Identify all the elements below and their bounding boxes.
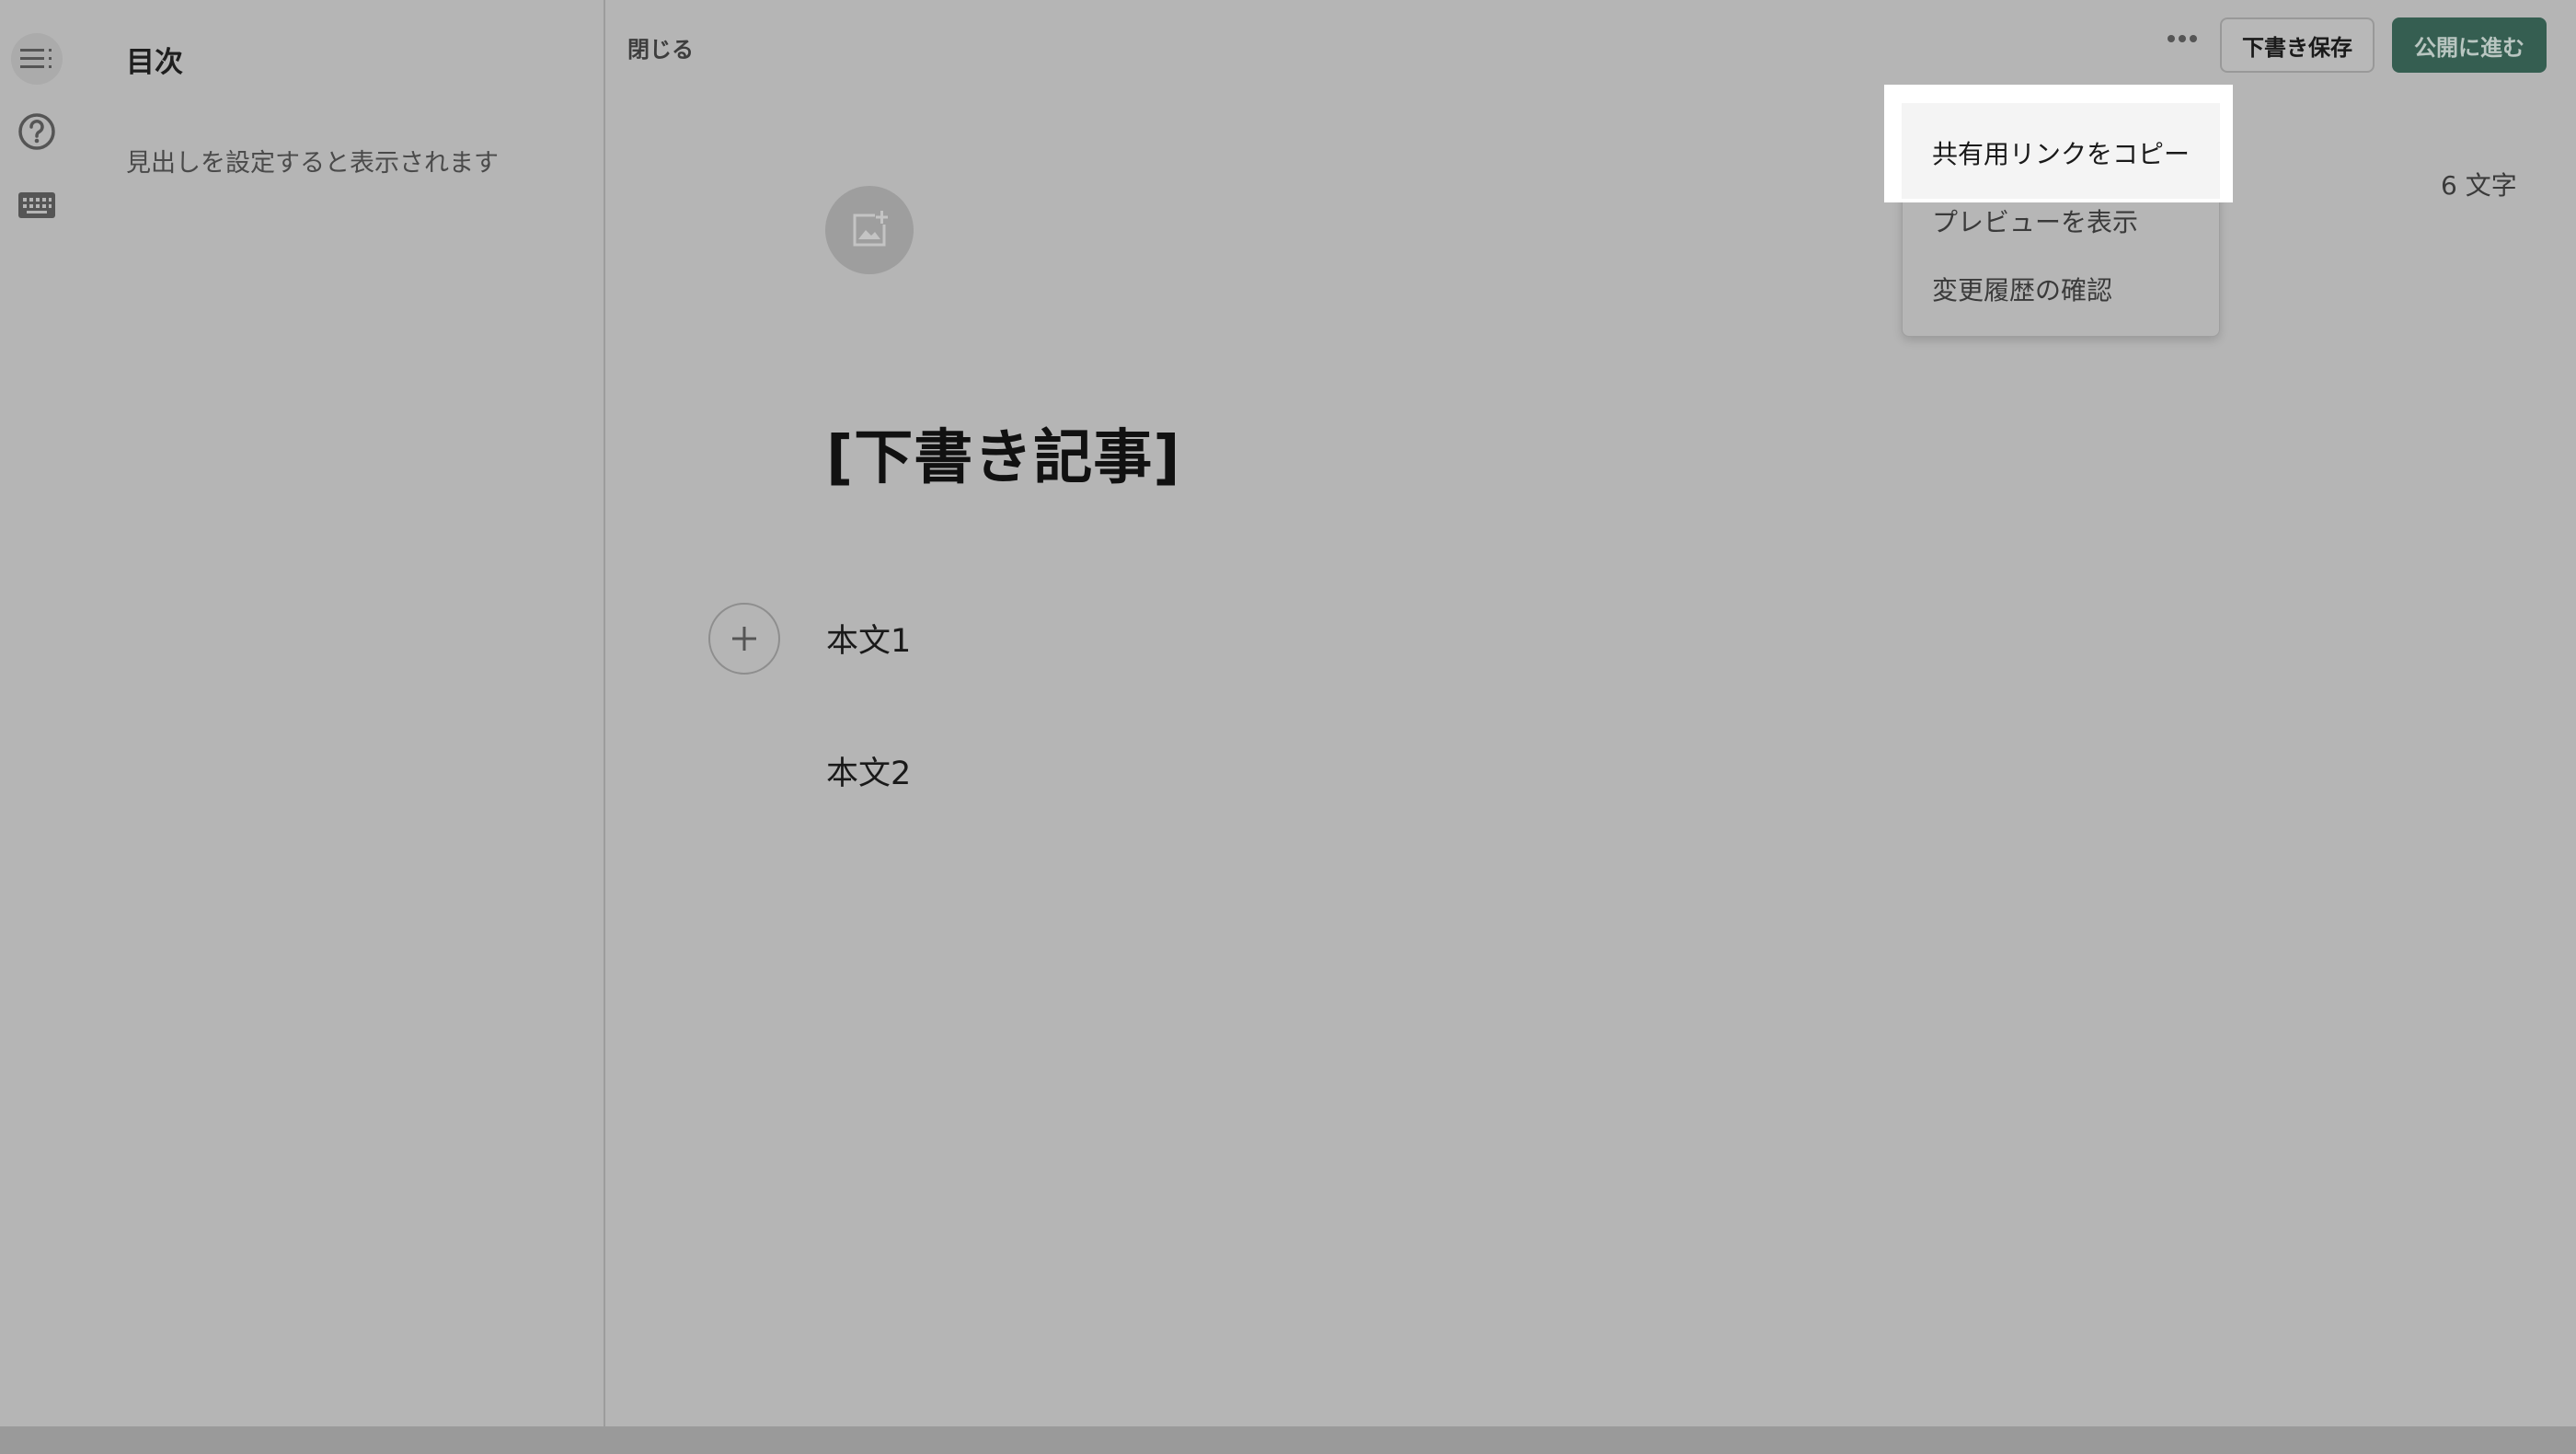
publish-button[interactable]: 公開に進む [2392, 17, 2547, 73]
keyboard-shortcuts-button[interactable] [11, 179, 63, 231]
close-button[interactable]: 閉じる [627, 31, 694, 63]
add-image-button[interactable] [825, 186, 914, 274]
toc-sidebar: 目次 見出しを設定すると表示されます [74, 0, 604, 1426]
app-window: 目次 見出しを設定すると表示されます 閉じる 下書き保存 公開に進む 6 文字 … [0, 0, 2576, 1426]
body-paragraph[interactable]: 本文1 [826, 615, 911, 662]
keyboard-icon [18, 192, 55, 218]
more-horizontal-icon [2168, 35, 2197, 42]
icon-rail [0, 0, 74, 1426]
help-icon [18, 113, 55, 150]
toc-empty-message: 見出しを設定すると表示されます [126, 149, 499, 178]
save-draft-button[interactable]: 下書き保存 [2220, 17, 2375, 73]
toc-toggle-button[interactable] [11, 33, 63, 85]
add-image-icon [853, 211, 888, 247]
menu-item-view-history[interactable]: 変更履歴の確認 [1932, 271, 2112, 307]
add-block-button[interactable] [708, 603, 780, 675]
article-title[interactable]: [下書き記事] [826, 410, 1181, 495]
toc-title: 目次 [126, 46, 183, 79]
window-bottom-edge [0, 1426, 2576, 1454]
sidebar-divider [604, 0, 605, 1426]
menu-item-show-preview[interactable]: プレビューを表示 [1932, 202, 2138, 239]
plus-icon [732, 627, 756, 651]
toc-list-icon [20, 49, 52, 68]
more-options-button[interactable] [2160, 20, 2204, 57]
help-button[interactable] [11, 106, 63, 157]
body-paragraph[interactable]: 本文2 [826, 747, 911, 794]
character-count: 6 文字 [2441, 170, 2517, 201]
menu-item-copy-share-link[interactable]: 共有用リンクをコピー [1932, 134, 2190, 171]
